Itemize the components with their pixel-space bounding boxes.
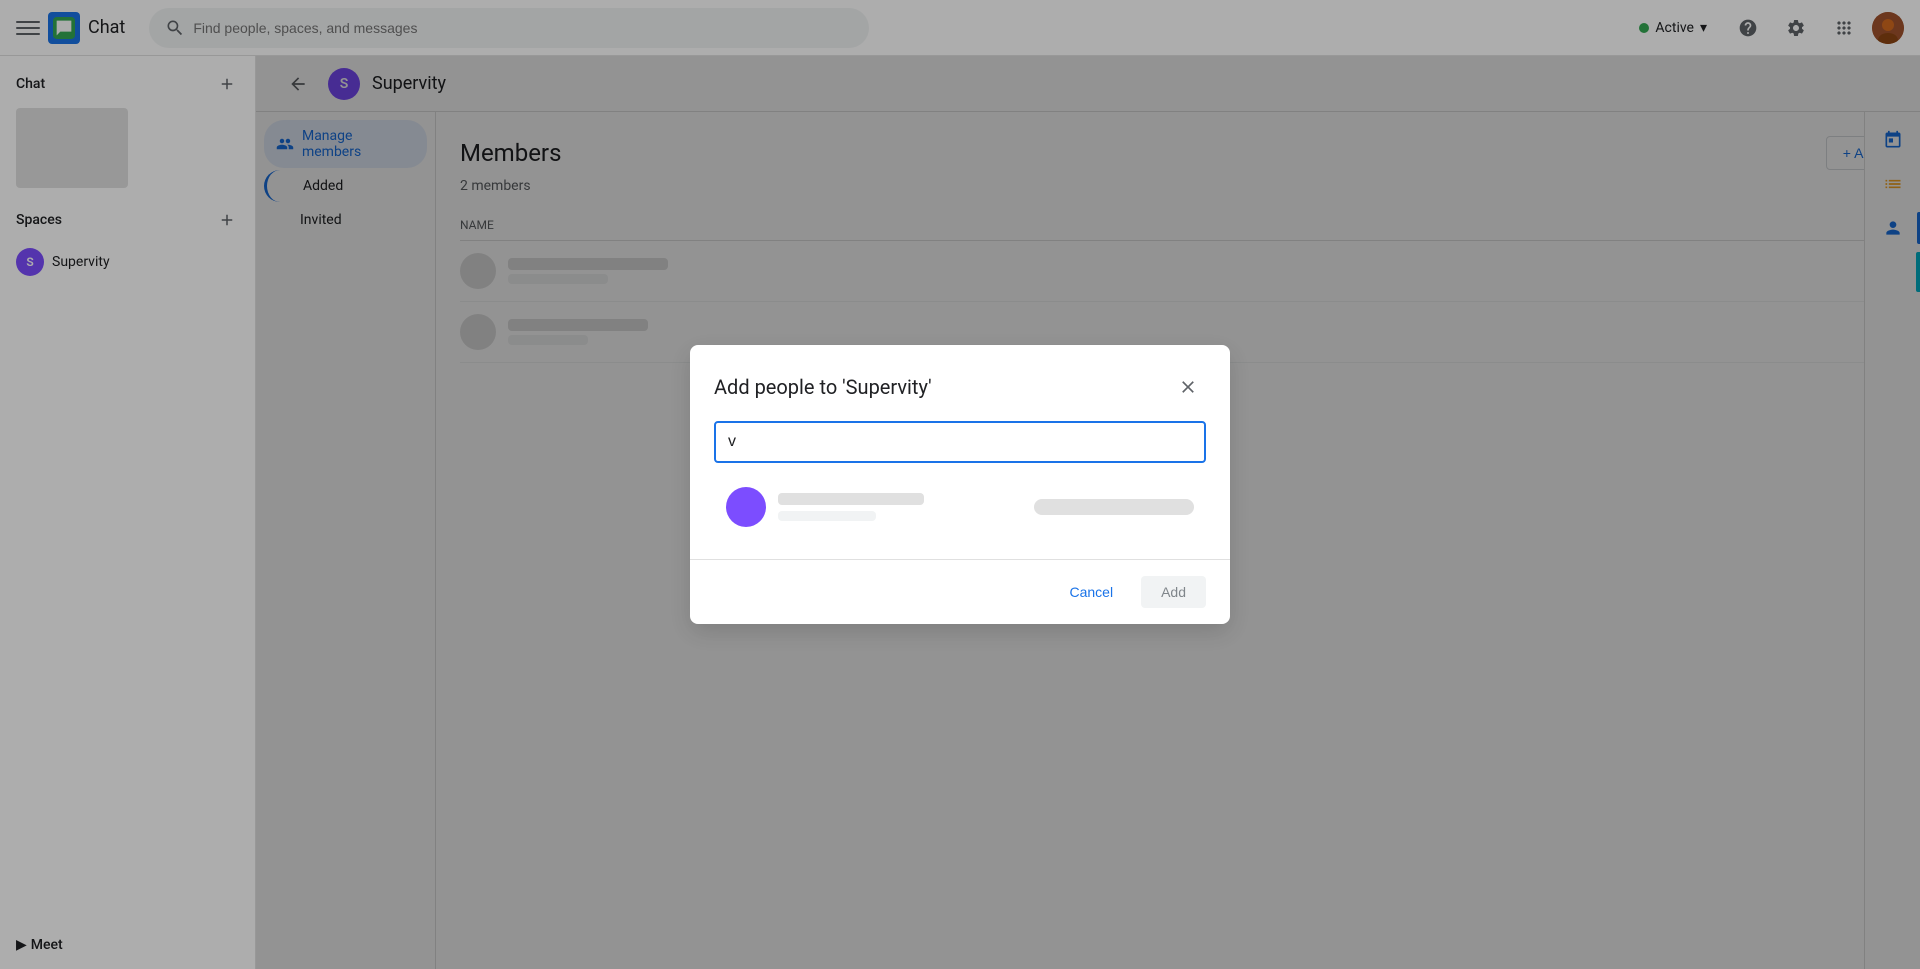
- add-people-dialog: Add people to 'Supervity' Cancel Add: [690, 345, 1230, 624]
- result-avatar: [726, 487, 766, 527]
- dialog-header: Add people to 'Supervity': [690, 345, 1230, 421]
- result-info: [778, 493, 1022, 521]
- result-extra-bar: [1034, 499, 1194, 515]
- dialog-body: [690, 421, 1230, 559]
- overlay-backdrop: Add people to 'Supervity' Cancel Add: [0, 0, 1920, 969]
- add-people-search-input[interactable]: [714, 421, 1206, 463]
- dialog-title: Add people to 'Supervity': [714, 375, 932, 399]
- add-button[interactable]: Add: [1141, 576, 1206, 608]
- dialog-close-button[interactable]: [1170, 369, 1206, 405]
- result-name-bar: [778, 493, 924, 505]
- cancel-button[interactable]: Cancel: [1049, 576, 1133, 608]
- dialog-footer: Cancel Add: [690, 559, 1230, 624]
- search-result-item[interactable]: [714, 479, 1206, 535]
- result-email-bar: [778, 511, 876, 521]
